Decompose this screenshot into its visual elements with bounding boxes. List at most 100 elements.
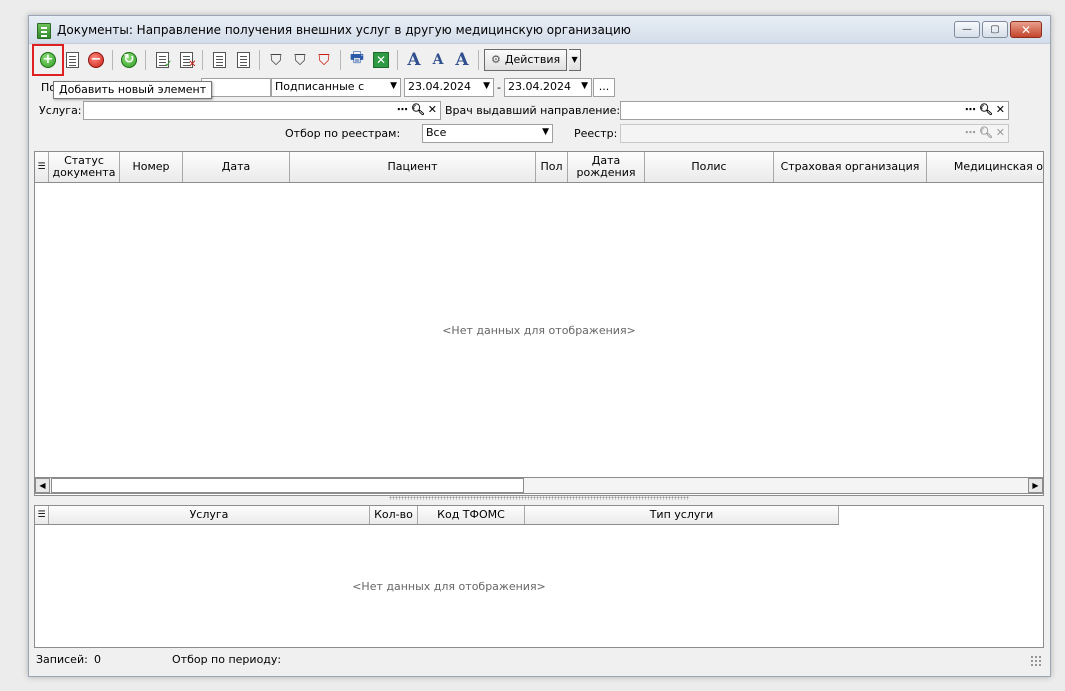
column-header-number[interactable]: Номер [120,152,183,182]
column-header-date[interactable]: Дата [183,152,290,182]
excel-button[interactable]: ✕ [370,49,392,71]
unsign-button[interactable]: ✕ [175,49,197,71]
toolbar-separator [340,49,341,70]
scroll-right-icon[interactable]: ▶ [1028,478,1043,493]
date-from-field[interactable]: 23.04.2024 ▼ [404,78,494,97]
registry-filter-label: Отбор по реестрам: [285,127,401,140]
column-header-gender[interactable]: Пол [536,152,568,182]
refresh-green-icon: ↻ [121,51,137,68]
registry-field: ⋯ 🔍︎ ✕ [620,124,1009,143]
actions-dropdown-button[interactable]: ▼ [569,48,582,71]
chevron-down-icon: ▼ [571,55,578,64]
chevron-down-icon: ▼ [542,127,549,137]
doctor-label: Врач выдавший направление: [445,104,621,117]
font-increase-icon: A [407,49,421,70]
paste-button[interactable] [232,49,254,71]
print-button[interactable]: 🖶 [346,48,368,71]
column-chooser-icon[interactable]: ☰ [35,152,49,182]
date-to-value: 23.04.2024 [508,80,571,93]
funnel-edit-icon: ⛉ [294,50,306,69]
funnel-icon: ⛉ [270,50,282,69]
service-field[interactable]: ⋯ 🔍︎ ✕ [83,101,441,120]
search-icon[interactable]: 🔍︎ [411,103,425,116]
font-increase-button[interactable]: A [403,49,425,71]
ellipsis-icon[interactable]: ⋯ [397,103,408,116]
toolbar-separator [202,49,203,70]
window-title: Документы: Направление получения внешних… [57,23,631,37]
date-separator: - [497,81,501,94]
services-grid-empty-text: <Нет данных для отображения> [352,580,546,593]
date-to-field[interactable]: 23.04.2024 ▼ [504,78,592,97]
filter-edit-button[interactable]: ⛉ [289,49,311,71]
documents-grid-header: ☰ Статус документа Номер Дата Пациент По… [35,152,1043,183]
column-header-birthdate[interactable]: Дата рождения [568,152,645,182]
services-grid-header: ☰ Услуга Кол-во Код ТФОМС Тип услуги [35,506,839,525]
font-decrease-button[interactable]: A [427,49,449,71]
column-header-service[interactable]: Услуга [49,506,370,524]
column-header-tfoms-code[interactable]: Код ТФОМС [418,506,525,524]
status-select-value: Подписанные с [275,80,365,93]
column-header-patient[interactable]: Пациент [290,152,536,182]
column-header-quantity[interactable]: Кол-во [370,506,418,524]
column-header-status[interactable]: Статус документа [49,152,120,182]
close-button[interactable]: ✕ [1010,21,1042,38]
column-header-service-type[interactable]: Тип услуги [525,506,839,524]
toolbar-separator [112,49,113,70]
actions-button[interactable]: ⚙ Действия [484,48,568,71]
maximize-button[interactable]: ▢ [982,21,1008,38]
period-filter-label: Отбор по периоду: [172,652,282,666]
column-header-policy[interactable]: Полис [645,152,774,182]
filter-button[interactable]: ⛉ [265,49,287,71]
filter-clear-button[interactable]: ⛉ [313,49,335,71]
toolbar-separator [259,49,260,70]
services-grid[interactable]: ☰ Услуга Кол-во Код ТФОМС Тип услуги <Не… [34,505,1044,648]
app-document-icon [37,23,51,39]
refresh-button[interactable]: ↻ [118,49,140,71]
font-default-icon: A [455,49,469,70]
tooltip: Добавить новый элемент [53,81,213,99]
gear-icon: ⚙ [491,53,501,66]
delete-button[interactable]: − [85,49,107,71]
search-icon[interactable]: 🔍︎ [979,103,993,116]
column-header-insurer[interactable]: Страховая организация [774,152,927,182]
add-button[interactable]: + [32,43,64,76]
document-cross-icon: ✕ [179,51,197,70]
toolbar-separator [478,49,479,70]
status-bar: Записей: 0 Отбор по периоду: [34,650,1044,668]
ellipsis-icon[interactable]: ⋯ [965,103,976,116]
records-count: 0 [94,652,101,666]
column-header-medical-org[interactable]: Медицинская о [927,152,1043,182]
ellipsis-icon: ⋯ [964,126,976,139]
minus-circle-red-icon: − [88,51,104,68]
edit-button[interactable] [61,49,83,71]
toolbar-separator [397,49,398,70]
documents-grid-empty-text: <Нет данных для отображения> [442,324,636,337]
font-decrease-icon: A [432,51,444,68]
sign-button[interactable]: ✓ [151,49,173,71]
scroll-left-icon[interactable]: ◀ [35,478,50,493]
toolbar-separator [145,49,146,70]
records-label: Записей: [36,652,88,666]
registry-filter-select[interactable]: Все ▼ [422,124,553,143]
doctor-field[interactable]: ⋯ 🔍︎ ✕ [620,101,1009,120]
period-ellipsis-button[interactable]: ... [593,78,615,97]
documents-grid[interactable]: ☰ Статус документа Номер Дата Пациент По… [34,151,1044,496]
printer-icon: 🖶 [349,48,365,66]
toolbar: + − ↻ ✓ ✕ ⛉ ⛉ ⛉ 🖶 ✕ A A A ⚙ Действия ▼ [32,43,630,76]
resize-grip-icon[interactable] [1030,655,1042,667]
document-check-icon: ✓ [155,51,173,70]
horizontal-scrollbar[interactable]: ◀ ▶ [34,477,1044,494]
font-default-button[interactable]: A [451,49,473,71]
clear-icon[interactable]: ✕ [428,103,437,116]
plus-circle-green-icon: + [40,51,56,68]
grid-splitter[interactable] [389,496,689,500]
status-select[interactable]: Подписанные с ▼ [271,78,401,97]
column-chooser-icon[interactable]: ☰ [35,506,49,524]
registry-filter-value: Все [426,126,447,139]
clear-icon: ✕ [995,126,1005,139]
minimize-button[interactable]: — [954,21,980,38]
clear-icon[interactable]: ✕ [996,103,1005,116]
title-bar: Документы: Направление получения внешних… [29,16,1050,44]
scrollbar-thumb[interactable] [51,478,524,493]
copy-button[interactable] [208,49,230,71]
